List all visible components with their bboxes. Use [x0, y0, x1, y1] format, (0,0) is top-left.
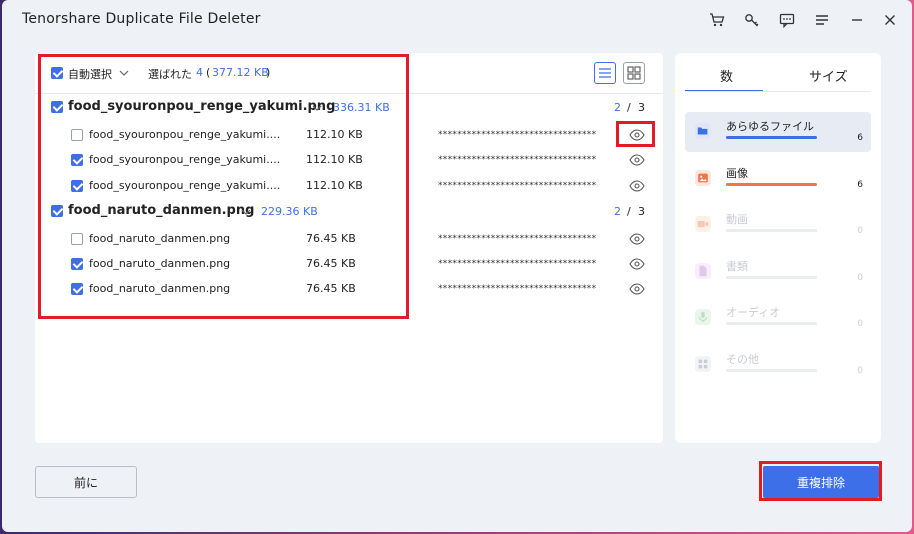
category-count: 0 — [857, 319, 863, 329]
other-icon — [695, 355, 711, 372]
video-icon — [695, 216, 711, 232]
category-progress-bar — [726, 182, 817, 186]
category-count: 0 — [857, 272, 863, 283]
tab-size[interactable]: サイズ — [809, 66, 848, 85]
group-ratio-sep: / — [627, 205, 631, 218]
eye-icon[interactable] — [629, 180, 645, 192]
eye-icon[interactable] — [629, 258, 645, 270]
key-icon[interactable] — [742, 10, 762, 30]
category-count: 0 — [857, 226, 863, 236]
group-ratio-den: 3 — [638, 101, 645, 114]
folder-icon — [695, 123, 711, 139]
category-label: オーディオ — [726, 306, 781, 319]
file-hash: ********************************* — [438, 284, 597, 294]
category-item[interactable]: オーディオ 0 — [685, 298, 871, 338]
audio-icon — [695, 309, 711, 325]
category-item[interactable]: 書類 0 — [685, 252, 871, 292]
file-hash: ********************************* — [438, 155, 597, 165]
grid-view-button[interactable] — [623, 62, 645, 84]
app-title: Tenorshare Duplicate File Deleter — [22, 11, 261, 27]
menu-icon[interactable] — [812, 10, 832, 30]
grid-view-icon — [627, 66, 641, 80]
category-progress-bar — [726, 229, 817, 232]
category-label: その他 — [726, 352, 759, 366]
category-progress-bar — [726, 322, 817, 325]
category-progress-bar — [726, 136, 817, 139]
eye-icon[interactable] — [629, 233, 645, 245]
title-bar: Tenorshare Duplicate File Deleter — [2, 0, 912, 40]
eye-icon[interactable] — [629, 283, 645, 295]
category-sidebar: 数 サイズ あらゆるファイル 6 画像 6 動画 0 書類 0 オーディオ 0 その他 0 — [675, 53, 881, 443]
category-progress-fill — [726, 136, 817, 139]
category-label: あらゆるファイル — [726, 120, 814, 133]
file-hash: ********************************* — [438, 234, 597, 244]
group-ratio-den: 3 — [638, 205, 645, 218]
file-hash: ********************************* — [438, 181, 597, 191]
tab-count[interactable]: 数 — [720, 66, 733, 85]
minimize-icon[interactable] — [847, 10, 867, 30]
document-icon — [695, 262, 711, 279]
close-icon[interactable] — [880, 10, 900, 30]
highlight-box-list — [38, 54, 409, 319]
category-item[interactable]: 動画 0 — [685, 205, 871, 245]
category-progress-bar — [726, 275, 817, 279]
image-icon — [695, 169, 711, 186]
app-window: Tenorshare Duplicate File Deleter 自動選択 選… — [2, 0, 912, 532]
list-view-icon — [599, 68, 611, 78]
list-view-button[interactable] — [594, 62, 616, 84]
group-ratio-num: 2 — [614, 205, 621, 218]
file-hash: ********************************* — [438, 259, 597, 269]
category-count: 0 — [857, 365, 863, 376]
eye-icon[interactable] — [629, 154, 645, 166]
category-label: 動画 — [726, 213, 748, 226]
category-label: 書類 — [726, 259, 748, 273]
cart-icon[interactable] — [707, 10, 727, 30]
group-ratio-num: 2 — [614, 101, 621, 114]
category-item[interactable]: その他 0 — [685, 345, 871, 385]
remove-duplicates-button[interactable]: 重複排除 — [763, 466, 879, 498]
tab-divider — [685, 91, 871, 92]
category-count: 6 — [857, 179, 863, 190]
category-item[interactable]: あらゆるファイル 6 — [685, 112, 871, 152]
category-progress-bar — [726, 368, 817, 372]
file-hash: ********************************* — [438, 130, 597, 140]
highlight-box-preview — [616, 121, 655, 147]
back-button[interactable]: 前に — [35, 466, 137, 498]
feedback-icon[interactable] — [777, 10, 797, 30]
category-item[interactable]: 画像 6 — [685, 159, 871, 199]
category-label: 画像 — [726, 166, 748, 180]
category-progress-fill — [726, 182, 817, 186]
category-count: 6 — [857, 133, 863, 143]
group-ratio-sep: / — [627, 101, 631, 114]
